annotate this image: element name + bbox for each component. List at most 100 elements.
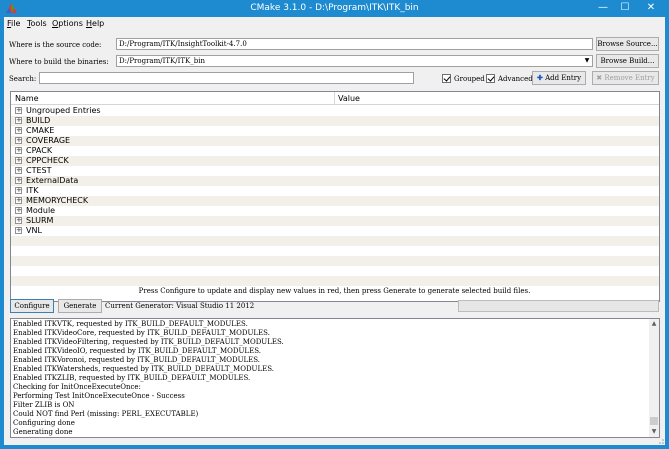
tree-empty-row xyxy=(11,276,659,286)
tree-group-label: VNL xyxy=(26,226,42,235)
browse-source-button[interactable]: Browse Source... xyxy=(596,37,659,51)
tree-empty-row xyxy=(11,256,659,266)
generate-button[interactable]: Generate xyxy=(58,299,102,313)
output-scrollbar[interactable]: ▲ ▼ xyxy=(649,319,659,437)
tree-group-label: ExternalData xyxy=(26,176,79,185)
output-line: Enabled ITKVideoFiltering, requested by … xyxy=(13,338,284,346)
expand-plus-icon[interactable]: + xyxy=(15,167,22,174)
current-generator: Current Generator: Visual Studio 11 2012 xyxy=(105,302,255,310)
tree-group-row[interactable]: + Ungrouped Entries xyxy=(11,106,659,116)
tree-group-row[interactable]: + Module xyxy=(11,206,659,216)
menu-options-label: ptions xyxy=(58,19,83,28)
tree-group-row[interactable]: + COVERAGE xyxy=(11,136,659,146)
output-line: Checking for InitOnceExecuteOnce: xyxy=(13,383,141,391)
tree-group-row[interactable]: + CTEST xyxy=(11,166,659,176)
tree-group-label: CPPCHECK xyxy=(26,156,69,165)
maximize-button[interactable]: ☐ xyxy=(614,0,636,17)
column-value-header[interactable]: Value xyxy=(338,94,360,103)
configure-button[interactable]: Configure xyxy=(10,299,54,313)
minimize-button[interactable]: — xyxy=(592,0,614,17)
tree-group-row[interactable]: + VNL xyxy=(11,226,659,236)
expand-plus-icon[interactable]: + xyxy=(15,107,22,114)
build-path-value: D:/Program/ITK/ITK_bin xyxy=(119,57,206,65)
tree-group-label: Ungrouped Entries xyxy=(26,106,101,115)
output-line: Generating done xyxy=(13,428,73,436)
add-entry-button[interactable]: ✚ Add Entry xyxy=(532,71,586,85)
tree-group-row[interactable]: + CPPCHECK xyxy=(11,156,659,166)
browse-build-button[interactable]: Browse Build... xyxy=(596,54,659,68)
tree-group-label: MEMORYCHECK xyxy=(26,196,89,205)
scroll-up-icon[interactable]: ▲ xyxy=(649,319,659,329)
search-input[interactable] xyxy=(39,72,414,84)
resize-grip-icon[interactable] xyxy=(655,437,665,445)
tree-group-label: CPACK xyxy=(26,146,53,155)
title-bar[interactable]: CMake 3.1.0 - D:\Program\ITK\ITK_bin — ☐… xyxy=(0,0,669,17)
tree-group-label: COVERAGE xyxy=(26,136,71,145)
menu-file-label: ile xyxy=(11,19,21,28)
remove-entry-label: Remove Entry xyxy=(604,74,655,82)
menu-tools-label: ools xyxy=(30,19,47,28)
expand-plus-icon[interactable]: + xyxy=(15,207,22,214)
tree-group-row[interactable]: + SLURM xyxy=(11,216,659,226)
menu-options[interactable]: Options xyxy=(52,19,83,28)
tree-group-row[interactable]: + BUILD xyxy=(11,116,659,126)
source-path-input[interactable]: D:/Program/ITK/InsightToolkit-4.7.0 xyxy=(116,38,593,50)
tree-group-row[interactable]: + ExternalData xyxy=(11,176,659,186)
scroll-thumb[interactable] xyxy=(650,417,658,425)
grouped-checkbox[interactable] xyxy=(442,74,451,83)
chevron-down-icon[interactable]: ▼ xyxy=(583,57,591,65)
expand-plus-icon[interactable]: + xyxy=(15,217,22,224)
tree-group-row[interactable]: + CMAKE xyxy=(11,126,659,136)
output-line: Configuring done xyxy=(13,419,75,427)
output-line: Enabled ITKVoronoi, requested by ITK_BUI… xyxy=(13,356,261,364)
remove-entry-button[interactable]: ✖ Remove Entry xyxy=(592,71,659,85)
tree-group-label: BUILD xyxy=(26,116,51,125)
tree-group-row[interactable]: + MEMORYCHECK xyxy=(11,196,659,206)
output-log[interactable]: Enabled ITKVTK, requested by ITK_BUILD_D… xyxy=(10,318,660,438)
expand-plus-icon[interactable]: + xyxy=(15,197,22,204)
search-label: Search: xyxy=(9,75,37,83)
cache-entries-tree[interactable]: Name Value + Ungrouped Entries + BUILD + CMAK… xyxy=(10,91,660,302)
expand-plus-icon[interactable]: + xyxy=(15,147,22,154)
expand-plus-icon[interactable]: + xyxy=(15,127,22,134)
menu-help[interactable]: Help xyxy=(86,19,104,28)
output-line: Could NOT find Perl (missing: PERL_EXECU… xyxy=(13,410,199,418)
menu-tools[interactable]: Tools xyxy=(27,19,47,28)
cmake-window: CMake 3.1.0 - D:\Program\ITK\ITK_bin — ☐… xyxy=(0,0,669,449)
tree-group-row[interactable]: + ITK xyxy=(11,186,659,196)
advanced-label: Advanced xyxy=(498,75,533,83)
output-line: Filter ZLIB is ON xyxy=(13,401,75,409)
window-title: CMake 3.1.0 - D:\Program\ITK\ITK_bin xyxy=(250,3,419,13)
output-line: Enabled ITKVideoCore, requested by ITK_B… xyxy=(13,329,270,337)
tree-empty-row xyxy=(11,236,659,246)
column-divider[interactable] xyxy=(334,92,335,105)
column-name-header[interactable]: Name xyxy=(15,94,39,103)
build-path-combobox[interactable]: D:/Program/ITK/ITK_bin ▼ xyxy=(116,55,593,67)
tree-group-label: SLURM xyxy=(26,216,54,225)
expand-plus-icon[interactable]: + xyxy=(15,177,22,184)
tree-header: Name Value xyxy=(11,92,659,105)
remove-icon: ✖ xyxy=(596,74,603,82)
tree-group-label: CMAKE xyxy=(26,126,55,135)
expand-plus-icon[interactable]: + xyxy=(15,137,22,144)
menu-bar: File Tools Options Help xyxy=(4,17,665,31)
close-button[interactable]: ✕ xyxy=(637,0,665,17)
configure-hint: Press Configure to update and display ne… xyxy=(138,287,531,295)
expand-plus-icon[interactable]: + xyxy=(15,187,22,194)
tree-group-label: ITK xyxy=(26,186,39,195)
output-line: Enabled ITKVTK, requested by ITK_BUILD_D… xyxy=(13,320,248,328)
output-line: Enabled ITKWatersheds, requested by ITK_… xyxy=(13,365,274,373)
build-label: Where to build the binaries: xyxy=(9,58,109,66)
progress-bar xyxy=(458,300,659,312)
scroll-down-icon[interactable]: ▼ xyxy=(649,427,659,437)
tree-group-label: CTEST xyxy=(26,166,52,175)
output-line: Enabled ITKVideoIO, requested by ITK_BUI… xyxy=(13,347,261,355)
client-area: File Tools Options Help Where is the sou… xyxy=(4,17,665,445)
tree-group-row[interactable]: + CPACK xyxy=(11,146,659,156)
menu-file[interactable]: File xyxy=(7,19,20,28)
expand-plus-icon[interactable]: + xyxy=(15,157,22,164)
add-entry-label: Add Entry xyxy=(545,74,582,82)
expand-plus-icon[interactable]: + xyxy=(15,117,22,124)
advanced-checkbox[interactable] xyxy=(486,74,495,83)
expand-plus-icon[interactable]: + xyxy=(15,227,22,234)
